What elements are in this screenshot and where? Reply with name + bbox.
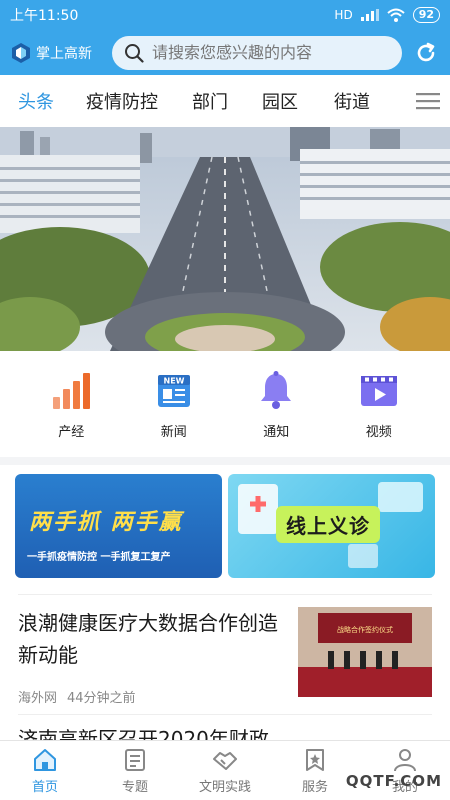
handshake-icon [213,751,237,770]
battery-icon: 92 [412,7,440,23]
promo-card-online-clinic[interactable]: 线上义诊 [228,474,435,578]
promo-card-two-hands[interactable]: 两手抓 两手赢 一手抓疫情防控 一手抓复工复产 [15,474,222,578]
status-icons: HD 92 [334,7,440,23]
search-bar[interactable] [112,35,402,70]
newspaper-icon: NEW [157,374,190,407]
channel-tabs: 头条 疫情防控 部门 园区 街道 [0,75,450,127]
banner-image[interactable] [0,127,450,351]
signing-ceremony-photo: 战略合作签约仪式 [298,607,432,697]
app-logo[interactable]: 掌上高新 [10,42,106,64]
status-time: 上午11:50 [10,8,79,24]
status-bar: 上午11:50 HD 92 [0,0,450,30]
menu-icon [416,93,440,110]
quicknav-label: 产经 [58,424,85,440]
quicknav-label: 视频 [365,424,392,440]
news-text: 浪潮健康医疗大数据合作创造新动能 海外网 44分钟之前 [18,607,288,706]
search-icon [125,43,144,63]
bottom-nav: 首页 专题 文明实践 服务 我的 [0,740,450,800]
news-source: 海外网 [18,691,58,706]
city-aerial-illustration [0,127,450,351]
nav-label: 文明实践 [198,779,251,795]
topic-icon [125,748,145,771]
bell-icon [261,370,292,409]
nav-civilization[interactable]: 文明实践 [185,747,265,795]
quicknav-label: 通知 [263,424,290,440]
video-icon [360,375,397,406]
nav-label: 首页 [31,779,58,795]
bar-chart-icon [53,372,91,409]
tab-street[interactable]: 街道 [310,88,382,114]
quicknav-label: 新闻 [160,424,187,440]
news-time: 44分钟之前 [67,691,136,706]
news-meta: 海外网 44分钟之前 [18,687,288,706]
tab-epidemic[interactable]: 疫情防控 [66,88,170,114]
tab-department[interactable]: 部门 [170,88,240,114]
promo-title: 线上义诊 [276,506,380,543]
quicknav-video[interactable]: 视频 [344,369,414,440]
app-header: 掌上高新 [0,30,450,75]
news-title: 浪潮健康医疗大数据合作创造新动能 [18,611,278,667]
logo-icon [12,42,30,63]
thumb-caption: 战略合作签约仪式 [337,625,393,634]
refresh-icon [417,42,435,61]
logo-text: 掌上高新 [36,45,92,62]
nav-home[interactable]: 首页 [5,747,85,795]
service-icon [306,748,324,771]
nav-service[interactable]: 服务 [275,747,355,795]
section-divider [0,457,450,465]
nav-topics[interactable]: 专题 [95,747,175,795]
user-icon [394,748,416,771]
tab-park[interactable]: 园区 [240,88,310,114]
channel-menu-button[interactable] [406,75,450,127]
site-watermark: QQTF.COM [345,772,442,790]
quicknav-news[interactable]: NEW 新闻 [139,369,209,440]
promo-cards: 两手抓 两手赢 一手抓疫情防控 一手抓复工复产 线上义诊 [15,474,435,578]
search-input[interactable] [152,43,390,62]
quick-nav: 产经 NEW 新闻 通知 视频 [0,351,450,457]
promo-title: 两手抓 两手赢 [29,509,183,535]
promo-subtitle: 一手抓疫情防控 一手抓复工复产 [27,552,171,563]
app-screen: 上午11:50 HD 92 掌上高新 头条 疫情防控 部门 [0,0,450,800]
refresh-button[interactable] [412,39,440,67]
news-item[interactable]: 浪潮健康医疗大数据合作创造新动能 海外网 44分钟之前 战略合作签约仪式 [18,594,432,706]
quicknav-notice[interactable]: 通知 [241,369,311,440]
nav-label: 专题 [121,779,148,795]
tab-headlines[interactable]: 头条 [0,88,66,114]
wifi-icon [387,8,405,22]
nav-label: 服务 [301,779,328,795]
quicknav-industry[interactable]: 产经 [36,369,106,440]
svg-text:NEW: NEW [163,376,184,385]
home-icon [34,748,56,771]
signal-bars-icon [360,9,379,21]
news-thumbnail[interactable]: 战略合作签约仪式 [298,607,432,697]
hd-signal-icon: HD [334,8,353,22]
